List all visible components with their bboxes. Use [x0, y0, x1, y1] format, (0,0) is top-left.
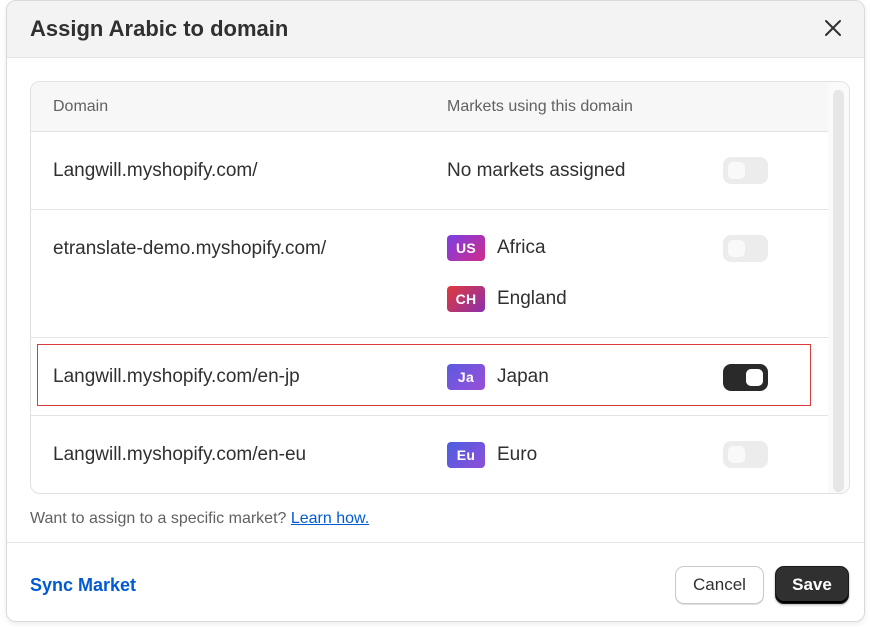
- market-badge: US: [447, 235, 485, 261]
- toggle-knob: [746, 369, 763, 386]
- toggle-knob: [728, 240, 745, 257]
- market-item: US Africa: [447, 235, 546, 261]
- assign-toggle[interactable]: [723, 157, 768, 184]
- cancel-button[interactable]: Cancel: [675, 566, 764, 604]
- assign-toggle[interactable]: [723, 441, 768, 468]
- market-item: Ja Japan: [447, 364, 549, 390]
- close-icon: [825, 20, 841, 36]
- toggle-knob: [728, 162, 745, 179]
- scrollbar-thumb[interactable]: [833, 90, 844, 492]
- table-row: Langwill.myshopify.com/ No markets assig…: [31, 132, 828, 210]
- market-item: CH England: [447, 286, 567, 312]
- help-line: Want to assign to a specific market? Lea…: [30, 509, 369, 529]
- market-name: England: [497, 288, 567, 309]
- learn-how-link[interactable]: Learn how.: [291, 510, 369, 527]
- close-button[interactable]: [822, 17, 844, 39]
- market-badge: CH: [447, 286, 485, 312]
- toggle-knob: [728, 446, 745, 463]
- modal-title: Assign Arabic to domain: [30, 16, 289, 41]
- modal-footer: Sync Market Cancel Save: [7, 542, 864, 621]
- assign-domain-modal: Assign Arabic to domain Domain Markets u…: [6, 0, 865, 622]
- assign-toggle[interactable]: [723, 235, 768, 262]
- domain-table: Domain Markets using this domain Langwil…: [30, 81, 850, 494]
- scrollbar-track[interactable]: [828, 82, 849, 493]
- domain-name: Langwill.myshopify.com/en-jp: [53, 366, 300, 387]
- domain-name: Langwill.myshopify.com/: [53, 160, 258, 181]
- table-header: Domain Markets using this domain: [31, 82, 828, 132]
- save-button[interactable]: Save: [775, 566, 849, 604]
- sync-market-link[interactable]: Sync Market: [30, 574, 136, 596]
- domain-name: etranslate-demo.myshopify.com/: [53, 238, 327, 259]
- modal-header: Assign Arabic to domain: [7, 1, 864, 58]
- market-name: Euro: [497, 444, 538, 465]
- table-row: Langwill.myshopify.com/en-eu Eu Euro: [31, 416, 828, 493]
- table-row: etranslate-demo.myshopify.com/ US Africa…: [31, 210, 828, 338]
- table-row: Langwill.myshopify.com/en-jp Ja Japan: [31, 338, 828, 416]
- domain-name: Langwill.myshopify.com/en-eu: [53, 444, 307, 465]
- market-name: Japan: [497, 366, 549, 387]
- column-header-markets: Markets using this domain: [447, 98, 633, 115]
- help-text: Want to assign to a specific market?: [30, 510, 287, 527]
- no-markets-text: No markets assigned: [447, 160, 626, 181]
- column-header-domain: Domain: [53, 98, 109, 115]
- market-badge: Eu: [447, 442, 485, 468]
- market-item: Eu Euro: [447, 442, 537, 468]
- market-badge: Ja: [447, 364, 485, 390]
- market-name: Africa: [497, 237, 546, 258]
- assign-toggle[interactable]: [723, 364, 768, 391]
